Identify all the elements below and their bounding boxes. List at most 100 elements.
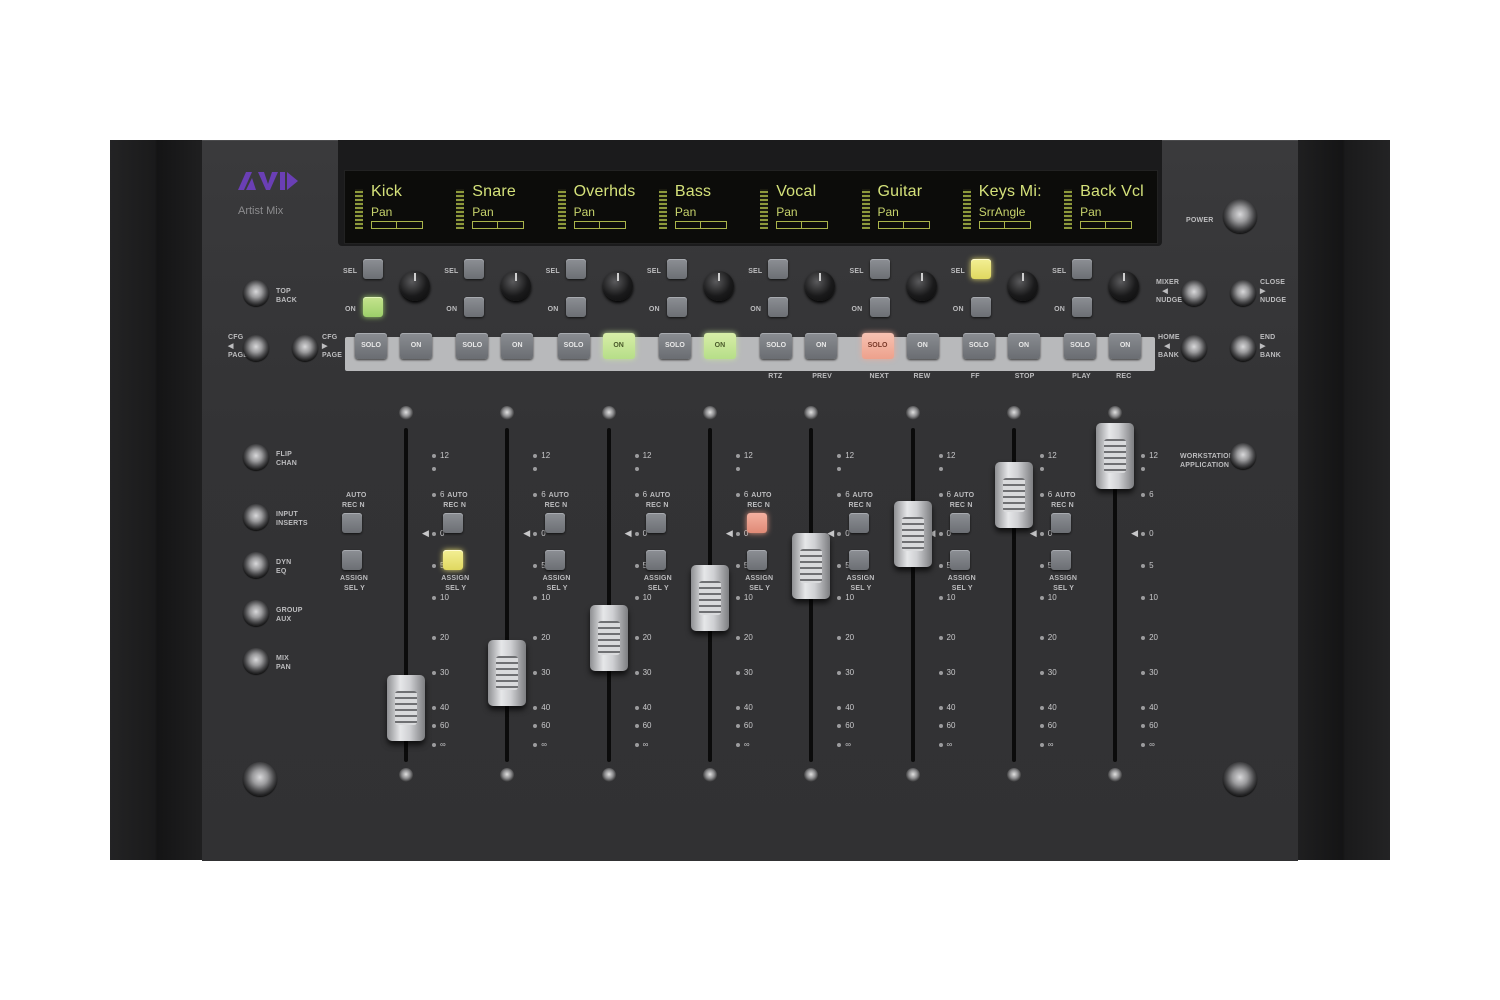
fader-scale-mark <box>533 464 541 473</box>
on-strip-button[interactable]: ON <box>602 333 635 359</box>
fader-scale-mark <box>735 464 744 473</box>
assign-label: ASSIGN <box>542 575 571 582</box>
fader-scale-mark: 20 <box>938 633 955 642</box>
sel-y-label: SEL Y <box>344 585 365 592</box>
pan-knob[interactable] <box>602 271 633 301</box>
on-label: ON <box>750 306 762 313</box>
assign-button[interactable] <box>747 550 768 570</box>
assign-button[interactable] <box>1051 550 1072 570</box>
sel-button[interactable] <box>464 259 485 279</box>
fader-knob[interactable] <box>994 462 1033 528</box>
on-strip-button[interactable]: ON <box>501 333 534 359</box>
fader-scale-mark: 10 <box>1141 593 1158 602</box>
on-strip-button[interactable]: ON <box>703 333 736 359</box>
fader-scale-mark: 0 <box>837 529 850 538</box>
solo-button[interactable]: SOLO <box>962 333 995 359</box>
solo-button[interactable]: SOLO <box>355 333 387 359</box>
fader-scale-mark: 12 <box>1039 451 1057 460</box>
rec-auto-button[interactable] <box>848 513 869 533</box>
fader-scale-mark: 10 <box>735 593 753 602</box>
fader-knob[interactable] <box>589 605 628 671</box>
on-button[interactable] <box>666 297 687 317</box>
on-button[interactable] <box>970 297 991 317</box>
on-button[interactable] <box>464 297 485 317</box>
on-strip-button[interactable]: ON <box>400 333 432 359</box>
fader-scale-mark: 10 <box>1039 593 1057 602</box>
sel-button[interactable] <box>565 259 586 279</box>
rec-label: REC N <box>949 502 973 509</box>
solo-button[interactable]: SOLO <box>861 333 894 359</box>
channel-strips: SEL ON SOLO ON 12 6 ◀ 0 5 10 20 30 40 60 ∞ AUTO REC N ASS… <box>0 0 1500 1000</box>
fader-scale-mark: 60 <box>837 721 854 730</box>
auto-label: AUTO <box>953 492 975 499</box>
solo-button[interactable]: SOLO <box>760 333 793 359</box>
sel-button[interactable] <box>869 259 890 279</box>
pan-knob[interactable] <box>1109 271 1140 301</box>
rec-label: REC N <box>544 502 568 509</box>
rec-auto-button[interactable] <box>443 513 464 533</box>
solo-button[interactable]: SOLO <box>1064 333 1097 359</box>
assign-button[interactable] <box>848 550 869 570</box>
fader-knob[interactable] <box>690 565 729 631</box>
sel-y-label: SEL Y <box>850 585 872 592</box>
sel-y-label: SEL Y <box>546 585 568 592</box>
assign-button[interactable] <box>443 550 464 570</box>
assign-button[interactable] <box>544 550 565 570</box>
sel-label: SEL <box>1052 268 1067 275</box>
pan-knob[interactable] <box>400 271 430 301</box>
unity-arrow-icon: ◀ <box>624 528 632 538</box>
fader-knob[interactable] <box>1096 423 1135 489</box>
on-strip-button[interactable]: ON <box>906 333 939 359</box>
on-button[interactable] <box>565 297 586 317</box>
on-strip-button[interactable]: ON <box>1007 333 1040 359</box>
rec-auto-button[interactable] <box>949 513 970 533</box>
pan-knob[interactable] <box>1007 271 1038 301</box>
transport-label: PREV <box>812 373 833 380</box>
fader-scale-mark: 10 <box>533 593 550 602</box>
fader-scale-mark: ∞ <box>1141 740 1155 749</box>
fader-scale-mark: 40 <box>735 703 753 712</box>
solo-button[interactable]: SOLO <box>557 333 590 359</box>
sel-button[interactable] <box>666 259 687 279</box>
fader-scale-mark: 6 <box>432 490 444 499</box>
fader-scale-mark <box>432 464 440 473</box>
on-button[interactable] <box>363 297 383 317</box>
on-button[interactable] <box>768 297 789 317</box>
fader-scale-mark: 20 <box>1039 633 1057 642</box>
rec-auto-button[interactable] <box>1051 513 1072 533</box>
on-label: ON <box>446 306 458 313</box>
fader-knob[interactable] <box>387 675 425 741</box>
pan-knob[interactable] <box>703 271 734 301</box>
sel-button[interactable] <box>1072 259 1093 279</box>
solo-button[interactable]: SOLO <box>456 333 489 359</box>
rec-auto-button[interactable] <box>747 513 768 533</box>
rec-auto-button[interactable] <box>645 513 666 533</box>
on-button[interactable] <box>869 297 890 317</box>
fader-bottom-screw <box>601 768 616 782</box>
fader-knob[interactable] <box>488 640 527 706</box>
fader-scale-mark: 60 <box>634 721 652 730</box>
solo-button[interactable]: SOLO <box>658 333 691 359</box>
pan-knob[interactable] <box>805 271 836 301</box>
sel-y-label: SEL Y <box>951 585 973 592</box>
sel-label: SEL <box>849 268 864 275</box>
pan-knob[interactable] <box>501 271 532 301</box>
on-button[interactable] <box>1072 297 1093 317</box>
on-strip-button[interactable]: ON <box>1109 333 1142 359</box>
on-strip-button[interactable]: ON <box>805 333 838 359</box>
assign-button[interactable] <box>645 550 666 570</box>
fader-knob[interactable] <box>792 533 831 599</box>
fader-scale-mark: 6 <box>837 490 850 499</box>
rec-auto-button[interactable] <box>342 513 362 533</box>
assign-button[interactable] <box>342 550 362 570</box>
fader-scale-mark: 40 <box>432 703 449 712</box>
assign-button[interactable] <box>949 550 970 570</box>
sel-button[interactable] <box>363 259 383 279</box>
fader-knob[interactable] <box>893 501 932 567</box>
fader-scale-mark <box>1141 464 1149 473</box>
sel-button[interactable] <box>970 259 991 279</box>
sel-button[interactable] <box>768 259 789 279</box>
rec-auto-button[interactable] <box>544 513 565 533</box>
pan-knob[interactable] <box>906 271 937 301</box>
sel-label: SEL <box>343 268 358 275</box>
